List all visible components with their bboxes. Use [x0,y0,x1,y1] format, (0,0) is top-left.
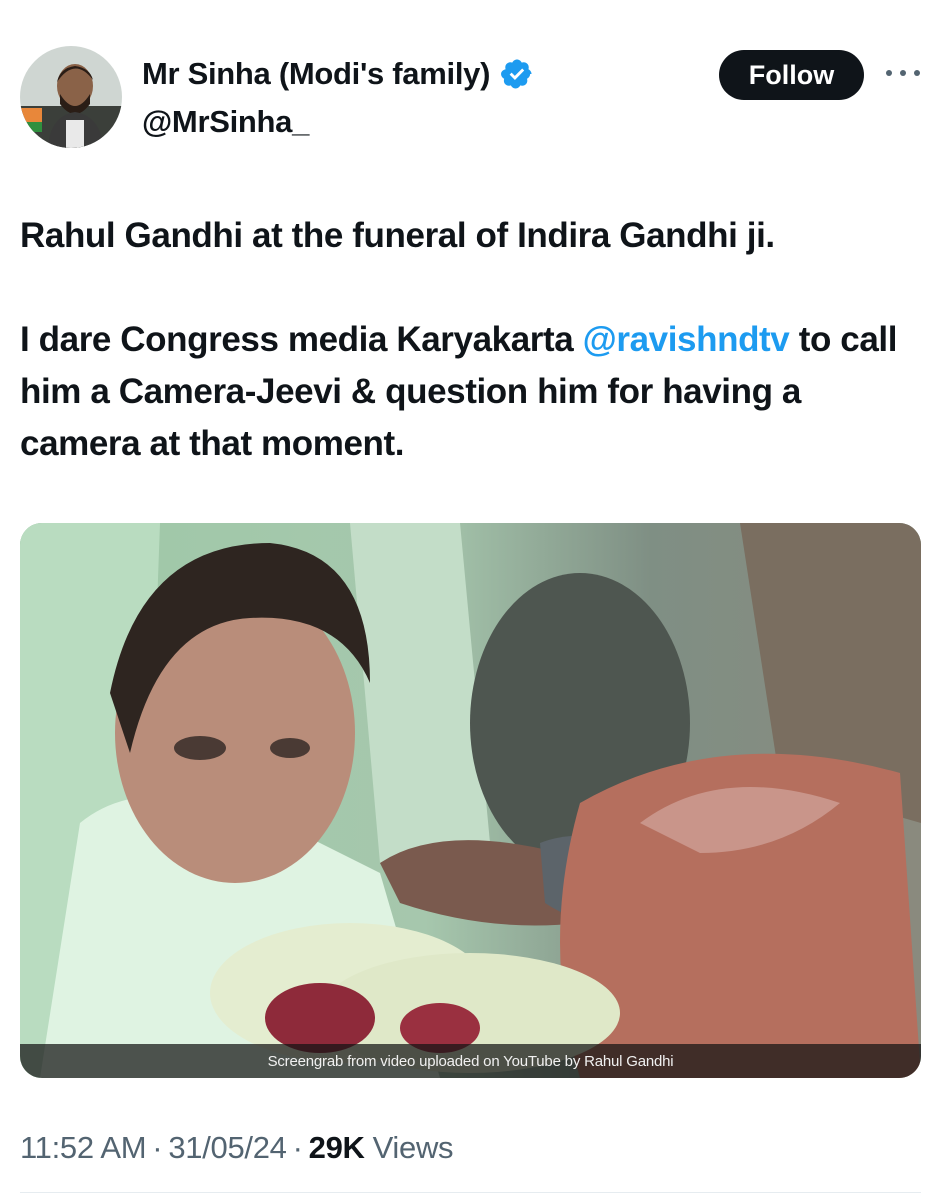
tweet-body: Rahul Gandhi at the funeral of Indira Ga… [20,210,920,470]
follow-button[interactable]: Follow [719,50,864,100]
views-label: Views [372,1130,454,1165]
verified-badge-icon [500,57,534,91]
separator: · [292,1130,303,1165]
dot [886,70,892,76]
tweet-date[interactable]: 31/05/24 [168,1130,287,1166]
divider [20,1192,921,1193]
tweet-media-image[interactable]: Screengrab from video uploaded on YouTub… [20,523,921,1078]
display-name[interactable]: Mr Sinha (Modi's family) [142,56,490,92]
tweet-header: Mr Sinha (Modi's family) @MrSinha_ Follo… [20,46,920,150]
avatar[interactable] [20,46,122,148]
dot [914,70,920,76]
tweet-time[interactable]: 11:52 AM [20,1130,147,1166]
tweet-line-1: Rahul Gandhi at the funeral of Indira Ga… [20,216,775,255]
tweet-text-before-mention: I dare Congress media Karyakarta [20,320,583,359]
media-caption: Screengrab from video uploaded on YouTub… [267,1052,674,1070]
mention-link[interactable]: @ravishndtv [583,320,790,359]
dot [900,70,906,76]
tweet-metadata: 11:52 AM · 31/05/24 · 29K Views [20,1130,454,1166]
media-caption-bar: Screengrab from video uploaded on YouTub… [20,1044,921,1078]
views-count: 29K [308,1130,365,1165]
more-options-icon[interactable] [886,63,920,83]
separator: · [152,1130,163,1165]
media-photo [20,523,921,1078]
avatar-image [20,46,122,148]
name-row: Mr Sinha (Modi's family) [142,56,534,92]
author-handle[interactable]: @MrSinha_ [142,104,309,140]
tweet-paragraph-2: I dare Congress media Karyakarta @ravish… [20,314,920,470]
